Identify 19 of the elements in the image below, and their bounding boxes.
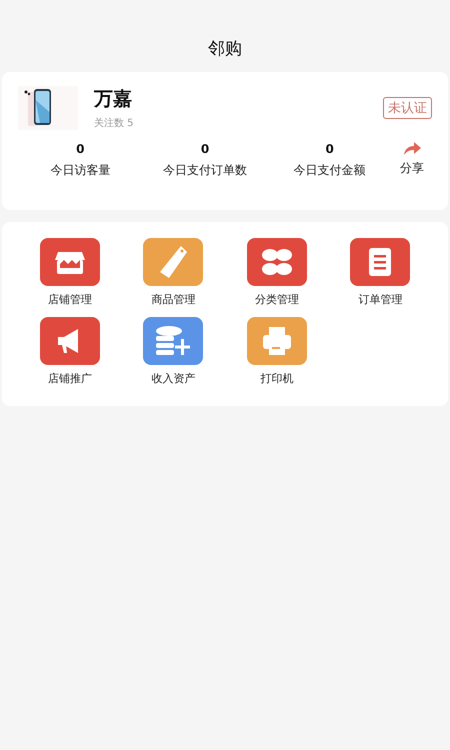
stat-label: 今日支付金额 — [294, 162, 366, 179]
share-button[interactable]: 分享 — [392, 142, 432, 177]
menu-item[interactable]: 收入资产 — [122, 317, 225, 386]
follower-count: 关注数 5 — [94, 116, 135, 130]
menu-item[interactable]: 商品管理 — [122, 238, 225, 307]
menu-item[interactable]: 店铺推广 — [18, 317, 122, 386]
menu-item[interactable]: 店铺管理 — [18, 238, 122, 307]
menu-item[interactable]: 分类管理 — [225, 238, 328, 307]
share-icon — [403, 142, 422, 156]
page-title: 邻购 — [208, 38, 242, 60]
menu-item[interactable]: 打印机 — [225, 317, 328, 386]
stat-label: 今日访客量 — [50, 162, 110, 179]
stat-value: 0 — [76, 142, 85, 156]
verification-badge: 未认证 — [383, 97, 432, 119]
stat-value: 0 — [200, 142, 210, 156]
shop-name: 万嘉 — [94, 87, 133, 112]
stat-value: 0 — [326, 142, 334, 156]
stat-label: 今日支付订单数 — [163, 162, 247, 179]
menu-item[interactable]: 订单管理 — [328, 238, 432, 307]
